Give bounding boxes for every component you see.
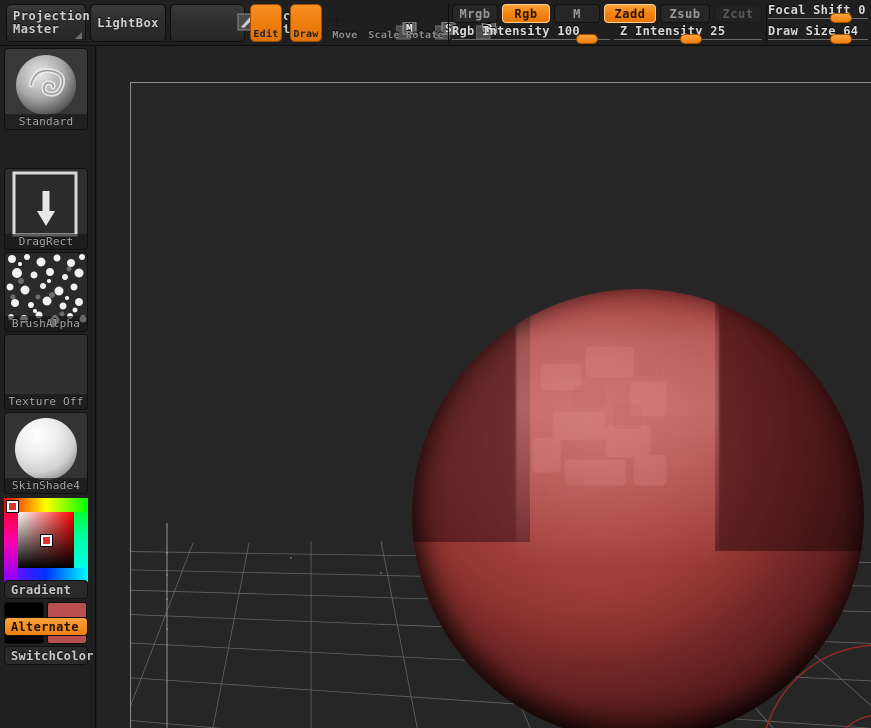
alternate-swatch-button[interactable]: Alternate — [4, 617, 88, 636]
rgb-intensity-label: Rgb Intensity 100 — [452, 24, 580, 38]
draw-size-slider[interactable]: Draw Size 64 — [768, 24, 868, 44]
zsub-label: Zsub — [669, 6, 701, 21]
alternate-label: Alternate — [11, 619, 79, 634]
alpha-swatch[interactable]: BrushAlpha — [4, 252, 88, 332]
sv-marker[interactable] — [41, 535, 52, 546]
rgb-intensity-slider[interactable]: Rgb Intensity 100 — [452, 24, 610, 44]
switchcolor[interactable]: SwitchColor — [4, 646, 93, 665]
z-intensity-slider[interactable]: Z Intensity 25 — [614, 24, 762, 44]
rotate-button[interactable]: R Rotate — [406, 4, 498, 42]
brush-label: Standard — [5, 114, 87, 129]
draw-button[interactable]: Draw — [290, 4, 345, 42]
color-picker[interactable] — [4, 498, 88, 582]
lightbox-label: LightBox — [97, 16, 159, 30]
m-label: M — [573, 6, 581, 21]
menu-triangle-icon — [75, 32, 82, 39]
z-intensity-knob[interactable] — [680, 34, 702, 44]
texture-label: Texture Off — [5, 394, 87, 409]
rgb-label: Rgb — [514, 6, 538, 21]
alpha-label: BrushAlpha — [5, 316, 87, 331]
zadd-label: Zadd — [614, 6, 646, 21]
zbrush-window: Projection Master LightBox Quick Sketch — [0, 0, 871, 728]
move-label: Move — [332, 30, 358, 41]
mrgb-toggle[interactable]: Mrgb — [452, 4, 498, 23]
brush-swatch[interactable]: Standard — [4, 48, 88, 130]
focal-shift-knob[interactable] — [830, 13, 852, 23]
draw-size-knob[interactable] — [830, 34, 852, 44]
mrgb-label: Mrgb — [459, 6, 491, 21]
zadd-toggle[interactable]: Zadd — [604, 4, 656, 23]
focal-shift-slider[interactable]: Focal Shift 0 — [768, 3, 868, 23]
material-label: SkinShade4 — [5, 478, 87, 493]
focal-shift-track[interactable] — [768, 18, 868, 19]
gradient-label: Gradient — [11, 582, 72, 597]
rgb-intensity-knob[interactable] — [576, 34, 598, 44]
zsub-toggle[interactable]: Zsub — [660, 4, 710, 23]
stroke-label: DragRect — [5, 234, 87, 249]
material-swatch[interactable]: SkinShade4 — [4, 412, 88, 494]
switchcolor-label: SwitchColor — [11, 648, 94, 663]
rotate-label: Rotate — [406, 30, 444, 41]
sphere-rim-shadow — [412, 289, 864, 728]
zcut-toggle[interactable]: Zcut — [714, 4, 762, 23]
draw-size-track[interactable] — [768, 39, 868, 40]
scale-button[interactable]: S Scale — [368, 4, 456, 42]
zcut-label: Zcut — [722, 6, 754, 21]
lightbox-button[interactable]: LightBox — [90, 4, 166, 42]
toolbar-divider-1 — [448, 4, 449, 42]
document-frame[interactable] — [130, 82, 871, 728]
top-toolbar: Projection Master LightBox Quick Sketch — [0, 0, 871, 46]
toolbar-divider-2 — [766, 4, 767, 42]
canvas-area[interactable] — [97, 46, 871, 728]
move-button[interactable]: M Move — [330, 4, 417, 42]
projection-master-button[interactable]: Projection Master — [6, 4, 90, 42]
stroke-swatch[interactable]: DragRect — [4, 168, 88, 250]
rgb-toggle[interactable]: Rgb — [502, 4, 550, 23]
z-intensity-label: Z Intensity 25 — [620, 24, 726, 38]
texture-swatch[interactable]: Texture Off — [4, 334, 88, 410]
sphere-object[interactable] — [412, 289, 864, 728]
m-toggle[interactable]: M — [554, 4, 600, 23]
gradient-button[interactable]: Gradient — [4, 580, 88, 599]
left-sidebar: Standard DragRect BrushAlpha Texture Off… — [0, 46, 96, 728]
scale-label: Scale — [368, 30, 400, 41]
hue-marker[interactable] — [7, 501, 18, 512]
draw-label: Draw — [293, 29, 319, 40]
